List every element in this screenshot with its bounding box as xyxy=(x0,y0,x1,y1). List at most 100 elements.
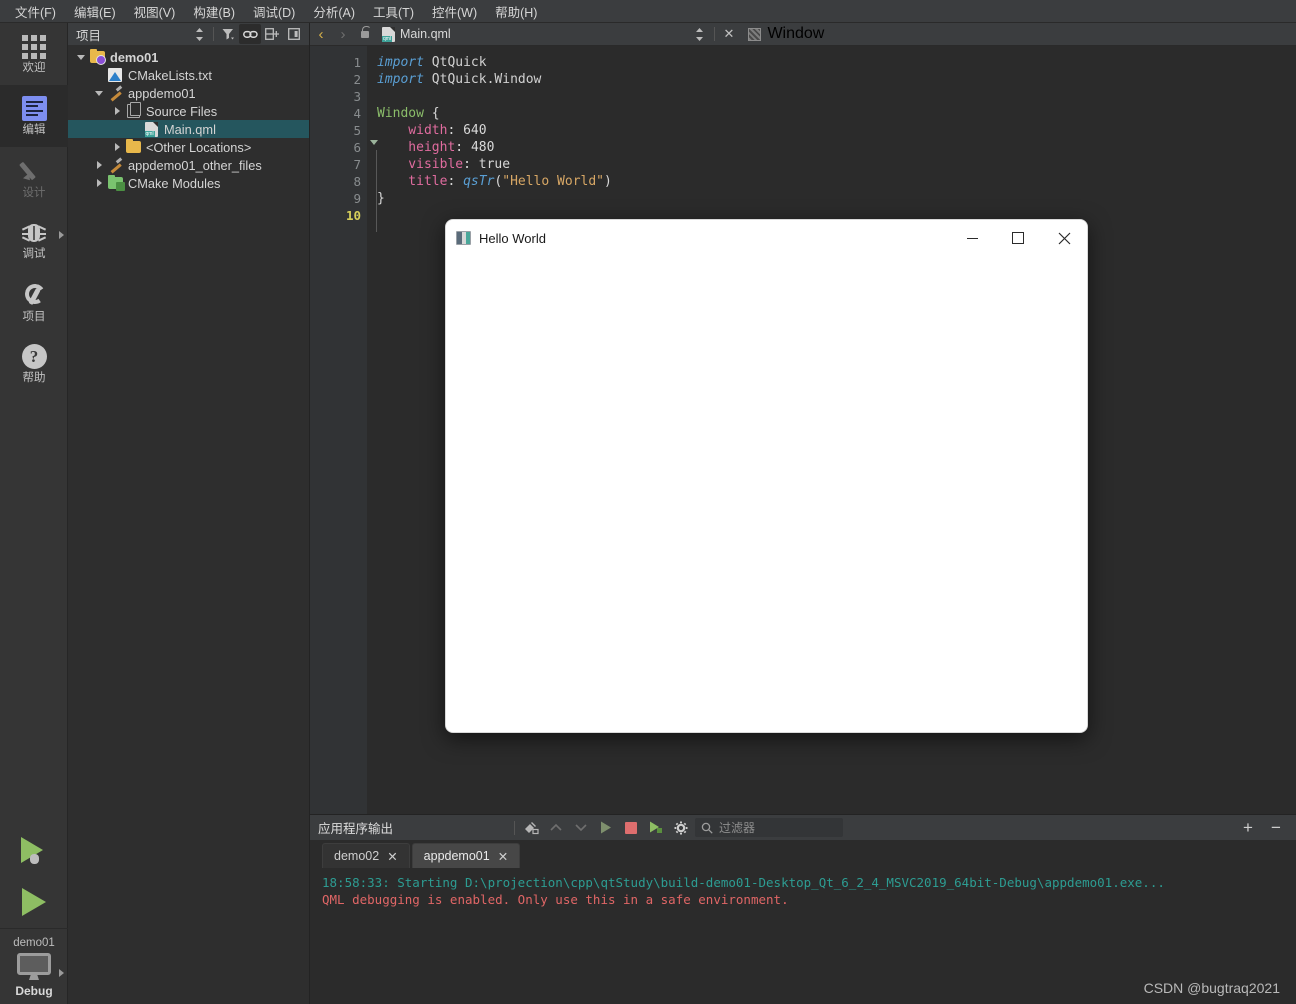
close-tab-icon[interactable]: ✕ xyxy=(387,849,397,864)
code-token: : xyxy=(447,174,464,189)
menu-view[interactable]: 视图(V) xyxy=(125,0,185,24)
link-with-editor-icon[interactable] xyxy=(239,24,261,44)
prev-item-icon[interactable] xyxy=(543,815,568,840)
code-line[interactable]: width: 640 xyxy=(367,122,1296,139)
menu-edit[interactable]: 编辑(E) xyxy=(65,0,125,24)
folder-project-icon xyxy=(89,48,106,65)
question-icon: ? xyxy=(21,344,47,369)
tree-item--other-locations-[interactable]: <Other Locations> xyxy=(68,138,309,156)
menu-window[interactable]: 控件(W) xyxy=(423,0,486,24)
code-line[interactable]: title: qsTr("Hello World") xyxy=(367,173,1296,190)
source-files-icon xyxy=(126,102,141,118)
stop-icon[interactable] xyxy=(618,815,643,840)
settings-gear-icon[interactable] xyxy=(668,815,693,840)
expand-arrow[interactable] xyxy=(114,107,120,115)
expand-arrow[interactable] xyxy=(96,179,102,187)
code-line[interactable]: import QtQuick xyxy=(367,54,1296,71)
code-token: import xyxy=(377,72,432,87)
folder-modules-icon xyxy=(107,174,125,191)
run-debug-button[interactable] xyxy=(0,824,68,876)
output-toolbar-divider xyxy=(514,820,516,835)
attach-debugger-icon[interactable] xyxy=(643,815,668,840)
mode-调试[interactable]: 调试 xyxy=(0,209,68,271)
editor-open-document[interactable]: Main.qml xyxy=(376,23,457,46)
application-window-titlebar[interactable]: Hello World xyxy=(446,220,1087,257)
tree-item-demo01[interactable]: demo01 xyxy=(68,48,309,66)
menu-analyze[interactable]: 分析(A) xyxy=(304,0,364,24)
mode-设计[interactable]: 设计 xyxy=(0,147,68,209)
menu-build[interactable]: 构建(B) xyxy=(184,0,244,24)
menu-tools[interactable]: 工具(T) xyxy=(364,0,423,24)
collapse-arrow[interactable] xyxy=(77,54,85,60)
clear-output-icon[interactable] xyxy=(518,815,543,840)
sort-toggle-icon[interactable] xyxy=(188,24,210,44)
minimize-button[interactable] xyxy=(949,220,995,257)
tree-item-label: CMakeLists.txt xyxy=(128,67,212,83)
output-log-line: 18:58:33: Starting D:\projection\cpp\qtS… xyxy=(322,875,1165,890)
project-tree[interactable]: demo01 CMakeLists.txt appdemo01 Source File… xyxy=(68,45,309,192)
minimize-output-button[interactable]: − xyxy=(1264,818,1288,838)
kit-expand-arrow[interactable] xyxy=(59,969,64,977)
code-token: 480 xyxy=(470,140,495,155)
mode-欢迎[interactable]: 欢迎 xyxy=(0,23,68,85)
unlock-icon[interactable] xyxy=(354,23,376,46)
code-line[interactable]: Window { xyxy=(367,105,1296,122)
tree-item-cmakelists-txt[interactable]: CMakeLists.txt xyxy=(68,66,309,84)
kit-selector[interactable]: demo01 Debug xyxy=(0,928,68,1004)
output-filter-field[interactable]: 过滤器 xyxy=(695,818,844,837)
code-line[interactable] xyxy=(367,88,1296,105)
application-window-content xyxy=(446,257,1087,732)
run-button[interactable] xyxy=(0,876,68,928)
tree-item-cmake-modules[interactable]: CMake Modules xyxy=(68,174,309,192)
next-item-icon[interactable] xyxy=(568,815,593,840)
expand-all-icon[interactable] xyxy=(261,24,283,44)
code-line[interactable]: } xyxy=(367,190,1296,207)
code-line[interactable]: visible: true xyxy=(367,156,1296,173)
project-tree-panel: 项目 demo01 CMakeLists.txt appdemo01 Source F… xyxy=(68,23,310,1004)
close-document-button[interactable]: ✕ xyxy=(718,26,741,42)
code-token: ) xyxy=(604,174,612,189)
expand-arrow[interactable] xyxy=(96,161,102,169)
window-controls xyxy=(949,220,1087,257)
maximize-button[interactable] xyxy=(995,220,1041,257)
tree-item-main-qml[interactable]: Main.qml xyxy=(68,120,309,138)
code-token: : xyxy=(455,140,471,155)
mode-编辑[interactable]: 编辑 xyxy=(0,85,68,147)
output-tab-appdemo01[interactable]: appdemo01 ✕ xyxy=(411,843,521,868)
kit-build-config: Debug xyxy=(15,984,53,998)
tree-item-appdemo01[interactable]: appdemo01 xyxy=(68,84,309,102)
expand-arrow[interactable] xyxy=(114,143,120,151)
mode-expand-arrow[interactable] xyxy=(59,231,64,239)
close-tab-icon[interactable]: ✕ xyxy=(498,849,508,864)
maximize-output-button[interactable]: + xyxy=(1236,818,1260,838)
code-token: qsTr xyxy=(463,174,495,189)
outline-window-item[interactable]: Window xyxy=(740,25,832,43)
code-token: "Hello World" xyxy=(502,174,604,189)
navigate-forward-button[interactable]: › xyxy=(332,23,354,46)
tree-item-label: demo01 xyxy=(110,49,159,65)
collapse-arrow[interactable] xyxy=(95,90,103,96)
menu-file[interactable]: 文件(F) xyxy=(6,0,65,24)
run-icon xyxy=(22,888,46,916)
filter-icon[interactable] xyxy=(217,24,239,44)
mode-项目[interactable]: 项目 xyxy=(0,271,68,333)
code-line[interactable]: import QtQuick.Window xyxy=(367,71,1296,88)
mode-label: 设计 xyxy=(22,186,46,199)
output-tab-demo02[interactable]: demo02 ✕ xyxy=(322,843,410,868)
output-pane-toolbar: 应用程序输出 过滤器 + − xyxy=(310,815,1296,840)
close-button[interactable] xyxy=(1041,220,1087,257)
split-icon[interactable] xyxy=(283,24,305,44)
tree-item-label: appdemo01_other_files xyxy=(128,157,262,173)
mode-帮助[interactable]: ? 帮助 xyxy=(0,333,68,395)
navigate-back-button[interactable]: ‹ xyxy=(310,23,332,46)
application-window[interactable]: Hello World xyxy=(445,219,1088,733)
tree-item-source-files[interactable]: Source Files xyxy=(68,102,309,120)
tree-item-appdemo01-other-files[interactable]: appdemo01_other_files xyxy=(68,156,309,174)
code-line[interactable]: height: 480 xyxy=(367,139,1296,156)
edit-icon xyxy=(21,96,47,121)
document-list-dropdown[interactable] xyxy=(689,24,711,44)
menu-help[interactable]: 帮助(H) xyxy=(486,0,546,24)
menu-debug[interactable]: 调试(D) xyxy=(244,0,304,24)
rerun-icon[interactable] xyxy=(593,815,618,840)
code-token: height xyxy=(377,140,456,155)
